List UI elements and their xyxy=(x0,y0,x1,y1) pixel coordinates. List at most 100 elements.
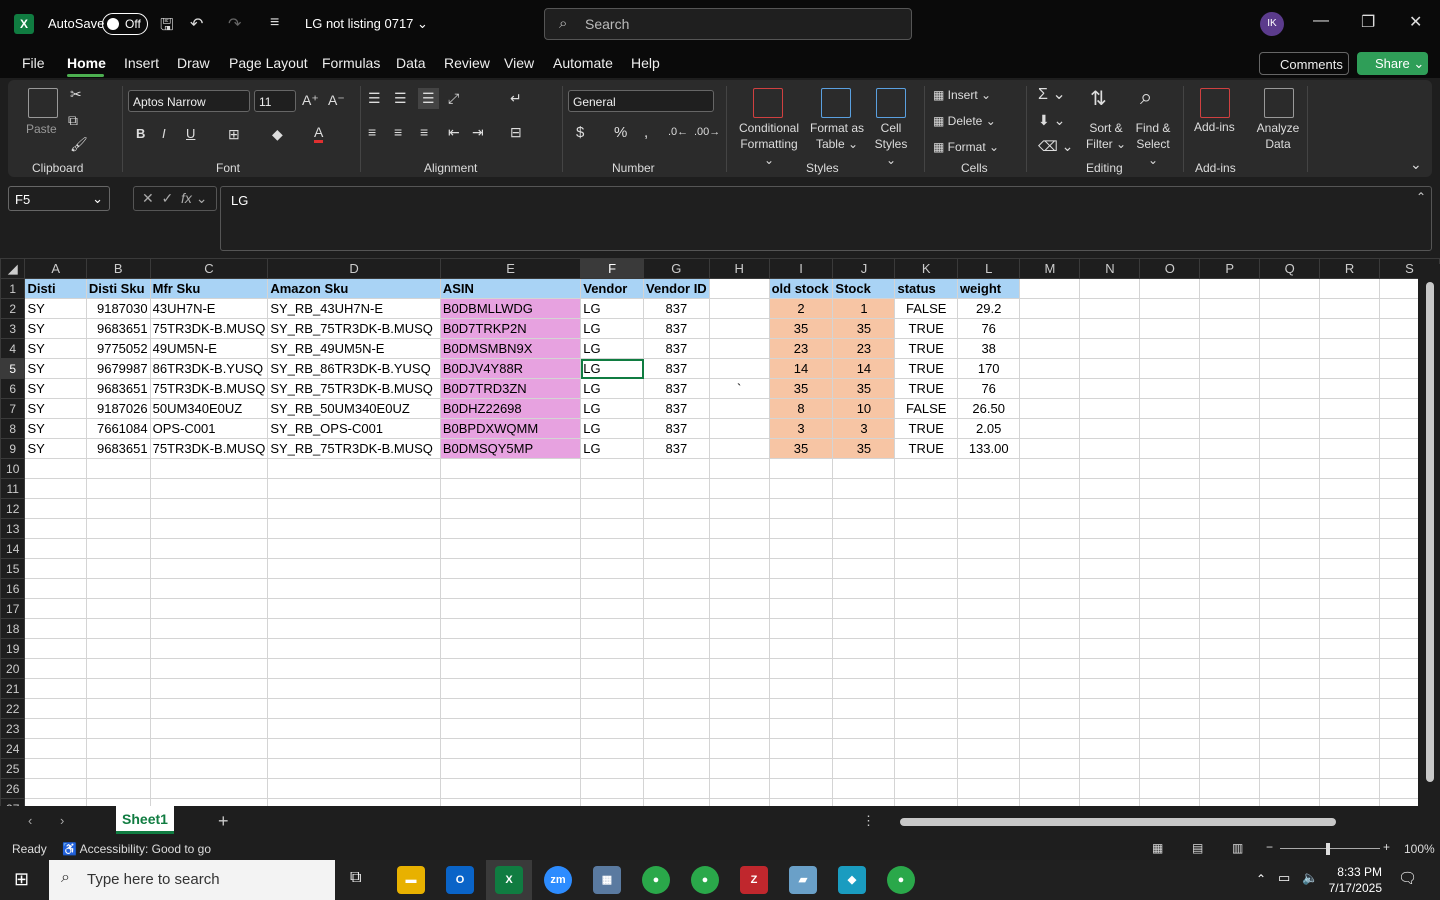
vertical-scrollbar[interactable] xyxy=(1418,264,1440,806)
cell-b9[interactable]: 9683651 xyxy=(85,438,151,459)
cell-d9[interactable]: SY_RB_75TR3DK-B.MUSQ xyxy=(267,438,441,459)
cell-l24[interactable] xyxy=(956,738,1021,759)
cell-c27[interactable] xyxy=(149,798,269,806)
network-icon[interactable]: ▭ xyxy=(1278,870,1290,886)
cell-j21[interactable] xyxy=(832,678,896,699)
cell-o10[interactable] xyxy=(1139,458,1201,479)
scroll-thumb[interactable] xyxy=(1426,282,1434,782)
cell-a2[interactable]: SY xyxy=(24,298,87,319)
cell-m14[interactable] xyxy=(1019,538,1081,559)
cell-g7[interactable]: 837 xyxy=(643,398,710,419)
add-ins-icon[interactable] xyxy=(1200,88,1230,118)
cell-e9[interactable]: B0DMSQY5MP xyxy=(439,438,582,459)
cell-g9[interactable]: 837 xyxy=(643,438,710,459)
cell-r18[interactable] xyxy=(1319,618,1380,639)
cell-a1[interactable]: Disti xyxy=(24,278,87,299)
cell-e21[interactable] xyxy=(439,678,582,699)
cell-r15[interactable] xyxy=(1319,558,1380,579)
cell-m10[interactable] xyxy=(1019,458,1081,479)
cell-b25[interactable] xyxy=(85,758,151,779)
row-header[interactable]: 3 xyxy=(0,318,26,339)
cell-h11[interactable] xyxy=(708,478,770,499)
tab-data[interactable]: Data xyxy=(396,55,426,71)
cell-f21[interactable] xyxy=(580,678,645,699)
paste-icon[interactable] xyxy=(28,88,58,118)
cell-r12[interactable] xyxy=(1319,498,1380,519)
cell-n14[interactable] xyxy=(1079,538,1141,559)
borders-icon[interactable]: ⊞ xyxy=(228,126,240,143)
align-middle-icon[interactable]: ☰ xyxy=(394,90,407,107)
cell-m9[interactable] xyxy=(1019,438,1081,459)
format-as-table-icon[interactable] xyxy=(821,88,851,118)
cell-e3[interactable]: B0D7TRKP2N xyxy=(439,318,582,339)
cell-a3[interactable]: SY xyxy=(24,318,87,339)
cell-h17[interactable] xyxy=(708,598,770,619)
row-header[interactable]: 14 xyxy=(0,538,26,559)
cell-c22[interactable] xyxy=(149,698,269,719)
cell-q23[interactable] xyxy=(1259,718,1321,739)
font-size-dropdown[interactable]: 11 xyxy=(254,90,296,112)
cell-r9[interactable] xyxy=(1319,438,1380,459)
cell-j22[interactable] xyxy=(832,698,896,719)
cell-a9[interactable]: SY xyxy=(24,438,87,459)
cell-h27[interactable] xyxy=(708,798,770,806)
cell-c26[interactable] xyxy=(149,778,269,799)
cell-f3[interactable]: LG xyxy=(580,318,645,339)
row-header[interactable]: 10 xyxy=(0,458,26,479)
column-header-a[interactable]: A xyxy=(24,258,87,279)
column-header-b[interactable]: B xyxy=(85,258,151,279)
cell-c4[interactable]: 49UM5N-E xyxy=(149,338,269,359)
cell-p5[interactable] xyxy=(1199,358,1261,379)
cell-n16[interactable] xyxy=(1079,578,1141,599)
cell-b18[interactable] xyxy=(85,618,151,639)
cell-p18[interactable] xyxy=(1199,618,1261,639)
cell-g15[interactable] xyxy=(643,558,710,579)
cell-d6[interactable]: SY_RB_75TR3DK-B.MUSQ xyxy=(267,378,441,399)
cell-d4[interactable]: SY_RB_49UM5N-E xyxy=(267,338,441,359)
cell-d26[interactable] xyxy=(267,778,441,799)
delete-cells-button[interactable]: ▦ Delete ⌄ xyxy=(933,114,996,128)
cell-q3[interactable] xyxy=(1259,318,1321,339)
cell-p8[interactable] xyxy=(1199,418,1261,439)
cell-o15[interactable] xyxy=(1139,558,1201,579)
cell-h13[interactable] xyxy=(708,518,770,539)
cell-b10[interactable] xyxy=(85,458,151,479)
cell-f2[interactable]: LG xyxy=(580,298,645,319)
cell-h15[interactable] xyxy=(708,558,770,579)
cell-p1[interactable] xyxy=(1199,278,1261,299)
windows-start-icon[interactable]: ⊞ xyxy=(14,869,29,890)
volume-icon[interactable]: 🔈 xyxy=(1302,870,1318,886)
cell-b5[interactable]: 9679987 xyxy=(85,358,151,379)
cell-r13[interactable] xyxy=(1319,518,1380,539)
cell-j13[interactable] xyxy=(832,518,896,539)
cell-c16[interactable] xyxy=(149,578,269,599)
cell-g3[interactable]: 837 xyxy=(643,318,710,339)
cell-k14[interactable] xyxy=(894,538,958,559)
row-header[interactable]: 8 xyxy=(0,418,26,439)
cell-p11[interactable] xyxy=(1199,478,1261,499)
cell-e16[interactable] xyxy=(439,578,582,599)
cell-k22[interactable] xyxy=(894,698,958,719)
cell-k18[interactable] xyxy=(894,618,958,639)
cell-b8[interactable]: 7661084 xyxy=(85,418,151,439)
cell-b12[interactable] xyxy=(85,498,151,519)
cell-b7[interactable]: 9187026 xyxy=(85,398,151,419)
cell-e24[interactable] xyxy=(439,738,582,759)
cell-b20[interactable] xyxy=(85,658,151,679)
excel-taskbar-icon[interactable]: X xyxy=(495,866,523,894)
cell-r10[interactable] xyxy=(1319,458,1380,479)
cell-m7[interactable] xyxy=(1019,398,1081,419)
cell-g4[interactable]: 837 xyxy=(643,338,710,359)
cell-d21[interactable] xyxy=(267,678,441,699)
font-name-dropdown[interactable]: Aptos Narrow xyxy=(128,90,250,112)
row-header[interactable]: 1 xyxy=(0,278,26,299)
cell-j11[interactable] xyxy=(832,478,896,499)
cell-h26[interactable] xyxy=(708,778,770,799)
cell-l3[interactable]: 76 xyxy=(956,318,1021,339)
cell-i1[interactable]: old stock xyxy=(768,278,834,299)
cell-b22[interactable] xyxy=(85,698,151,719)
cell-e15[interactable] xyxy=(439,558,582,579)
cell-q27[interactable] xyxy=(1259,798,1321,806)
tab-automate[interactable]: Automate xyxy=(553,55,613,71)
cell-a25[interactable] xyxy=(24,758,87,779)
